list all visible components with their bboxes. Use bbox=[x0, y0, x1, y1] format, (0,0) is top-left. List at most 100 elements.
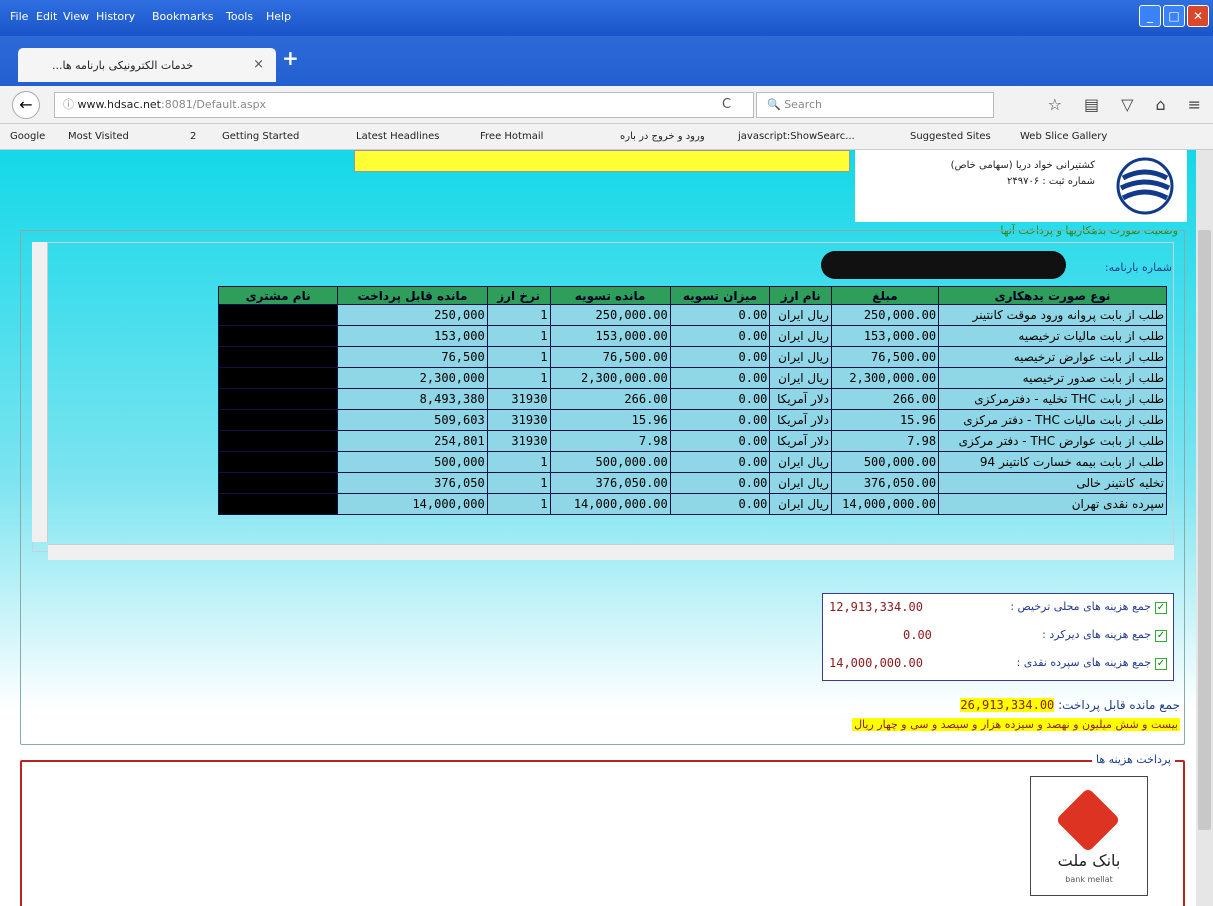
menu-view[interactable]: View bbox=[63, 10, 89, 23]
bookmark-vorood[interactable]: ورود و خروج در باره bbox=[620, 131, 705, 142]
total-deposit-checkbox[interactable]: ✓ bbox=[1155, 658, 1167, 670]
cell-currency: دلار آمریکا bbox=[769, 388, 832, 410]
cell-payable: 14,000,000 bbox=[337, 493, 488, 515]
cell-remaining: 153,000.00 bbox=[549, 325, 671, 347]
bookmark-latest-headlines[interactable]: Latest Headlines bbox=[356, 131, 440, 142]
search-icon: 🔍 bbox=[767, 98, 785, 111]
cell-amount: 250,000.00 bbox=[830, 304, 940, 326]
browser-tab[interactable]: ...خدمات الکترونیکی بارنامه ها × bbox=[18, 48, 276, 82]
cell-amount: 15.96 bbox=[830, 409, 940, 431]
home-icon[interactable]: ⌂ bbox=[1155, 95, 1165, 114]
cell-customer-redacted bbox=[217, 430, 339, 452]
cell-rate: 31930 bbox=[486, 409, 551, 431]
total-local-checkbox[interactable]: ✓ bbox=[1155, 602, 1167, 614]
cell-payable: 254,801 bbox=[337, 430, 488, 452]
reload-icon[interactable]: C bbox=[722, 97, 731, 112]
star-icon[interactable]: ☆ bbox=[1048, 95, 1062, 114]
bookmarks-bar: Google Most Visited 2 Getting Started La… bbox=[0, 124, 1213, 150]
cell-rate: 1 bbox=[486, 472, 551, 494]
cell-customer-redacted bbox=[217, 409, 339, 431]
menu-help[interactable]: Help bbox=[266, 10, 291, 23]
total-deposit-label: جمع هزینه های سپرده نقدی : bbox=[1016, 656, 1151, 669]
table-row: طلب از بابت THC تخلیه - دفترمرکزی 266.00 د… bbox=[217, 388, 1167, 410]
new-tab-icon[interactable]: + bbox=[282, 46, 299, 70]
cell-debt-type: طلب از بابت عوارض ترخیصیه bbox=[938, 346, 1167, 368]
cell-customer-redacted bbox=[217, 472, 339, 494]
bookmark-getting-started[interactable]: Getting Started bbox=[222, 131, 299, 142]
page-scrollbar[interactable] bbox=[1196, 150, 1213, 906]
menu-edit[interactable]: Edit bbox=[36, 10, 57, 23]
table-row: طلب از بابت مالیات ترخیصیه 153,000.00 ریال… bbox=[217, 325, 1167, 347]
total-demurrage-row: ✓ جمع هزینه های دیرکرد : bbox=[1042, 628, 1167, 642]
registration-number: شماره ثبت : ۲۴۹۷۰۶ bbox=[1006, 176, 1095, 187]
cell-debt-type: سپرده نقدی تهران bbox=[938, 493, 1167, 515]
menu-history[interactable]: History bbox=[96, 10, 135, 23]
url-host: www.hdsac.net bbox=[77, 98, 162, 111]
cell-currency: ریال ایران bbox=[769, 367, 832, 389]
cell-settled: 0.00 bbox=[669, 409, 771, 431]
menu-bookmarks[interactable]: Bookmarks bbox=[152, 10, 213, 23]
menu-tools[interactable]: Tools bbox=[226, 10, 253, 23]
cell-customer-redacted bbox=[217, 493, 339, 515]
cell-remaining: 500,000.00 bbox=[549, 451, 671, 473]
horizontal-scrollbar[interactable] bbox=[48, 544, 1174, 560]
bookmark-web-slice[interactable]: Web Slice Gallery bbox=[1020, 131, 1107, 142]
bookmark-suggested-sites[interactable]: Suggested Sites bbox=[910, 131, 991, 142]
cell-amount: 376,050.00 bbox=[830, 472, 940, 494]
minimize-icon[interactable]: _ bbox=[1139, 5, 1161, 27]
col-header-debt-type: نوع صورت بدهکاری bbox=[938, 286, 1167, 305]
close-icon[interactable]: ✕ bbox=[1187, 5, 1209, 27]
url-path: :8081/Default.aspx bbox=[161, 98, 267, 111]
cell-settled: 0.00 bbox=[669, 388, 771, 410]
payment-section: پرداخت هزینه ها بانک ملت bank mellat bbox=[20, 753, 1185, 906]
cell-amount: 500,000.00 bbox=[830, 451, 940, 473]
cell-rate: 1 bbox=[486, 346, 551, 368]
cell-rate: 1 bbox=[486, 493, 551, 515]
cell-currency: ریال ایران bbox=[769, 325, 832, 347]
cell-remaining: 76,500.00 bbox=[549, 346, 671, 368]
bookmark-most-visited[interactable]: Most Visited bbox=[68, 131, 129, 142]
maximize-icon[interactable]: □ bbox=[1163, 5, 1185, 27]
cell-amount: 2,300,000.00 bbox=[830, 367, 940, 389]
search-placeholder: Search bbox=[784, 98, 822, 111]
cell-debt-type: تخلیه کانتینر خالی bbox=[938, 472, 1167, 494]
bookmark-2[interactable]: 2 bbox=[190, 131, 196, 142]
page-scrollbar-thumb[interactable] bbox=[1198, 230, 1211, 830]
cell-currency: ریال ایران bbox=[769, 304, 832, 326]
total-local-value: 12,913,334.00 bbox=[829, 600, 923, 614]
cell-settled: 0.00 bbox=[669, 430, 771, 452]
tab-close-icon[interactable]: × bbox=[253, 57, 264, 72]
cell-amount: 266.00 bbox=[830, 388, 940, 410]
total-demurrage-checkbox[interactable]: ✓ bbox=[1155, 630, 1167, 642]
col-header-currency: نام ارز bbox=[769, 286, 832, 305]
cell-customer-redacted bbox=[217, 346, 339, 368]
debts-table: نوع صورت بدهکاری مبلغ نام ارز میزان تسوی… bbox=[217, 286, 1167, 515]
table-row: طلب از بابت مالیات THC - دفتر مرکزی 15.96… bbox=[217, 409, 1167, 431]
bank-name-fa: بانک ملت bbox=[1057, 851, 1121, 870]
url-field[interactable]: ⓘ www.hdsac.net:8081/Default.aspx bbox=[54, 92, 754, 118]
bookmark-google[interactable]: Google bbox=[10, 131, 45, 142]
bank-mellat-button[interactable]: بانک ملت bank mellat bbox=[1030, 776, 1148, 896]
back-icon[interactable]: ← bbox=[12, 91, 40, 119]
vertical-scrollbar[interactable] bbox=[32, 242, 48, 542]
cell-settled: 0.00 bbox=[669, 451, 771, 473]
cell-debt-type: طلب از بابت مالیات ترخیصیه bbox=[938, 325, 1167, 347]
cell-payable: 376,050 bbox=[337, 472, 488, 494]
reading-list-icon[interactable]: ▤ bbox=[1084, 95, 1099, 114]
bookmark-free-hotmail[interactable]: Free Hotmail bbox=[480, 131, 543, 142]
search-input[interactable]: 🔍 Search bbox=[756, 92, 994, 118]
bank-name-en: bank mellat bbox=[1065, 875, 1113, 884]
cell-payable: 250,000 bbox=[337, 304, 488, 326]
pocket-icon[interactable]: ▽ bbox=[1121, 95, 1133, 114]
menu-file[interactable]: File bbox=[10, 10, 28, 23]
bookmark-javascript[interactable]: javascript:ShowSearc... bbox=[738, 131, 855, 142]
col-header-settled: میزان تسویه bbox=[669, 286, 771, 305]
total-demurrage-value: 0.00 bbox=[903, 628, 932, 642]
col-header-rate: نرخ ارز bbox=[486, 286, 551, 305]
cell-settled: 0.00 bbox=[669, 493, 771, 515]
col-header-customer: نام مشتری bbox=[217, 286, 339, 305]
cell-currency: دلار آمریکا bbox=[769, 430, 832, 452]
cell-settled: 0.00 bbox=[669, 472, 771, 494]
hamburger-menu-icon[interactable]: ≡ bbox=[1188, 95, 1201, 114]
cell-payable: 509,603 bbox=[337, 409, 488, 431]
